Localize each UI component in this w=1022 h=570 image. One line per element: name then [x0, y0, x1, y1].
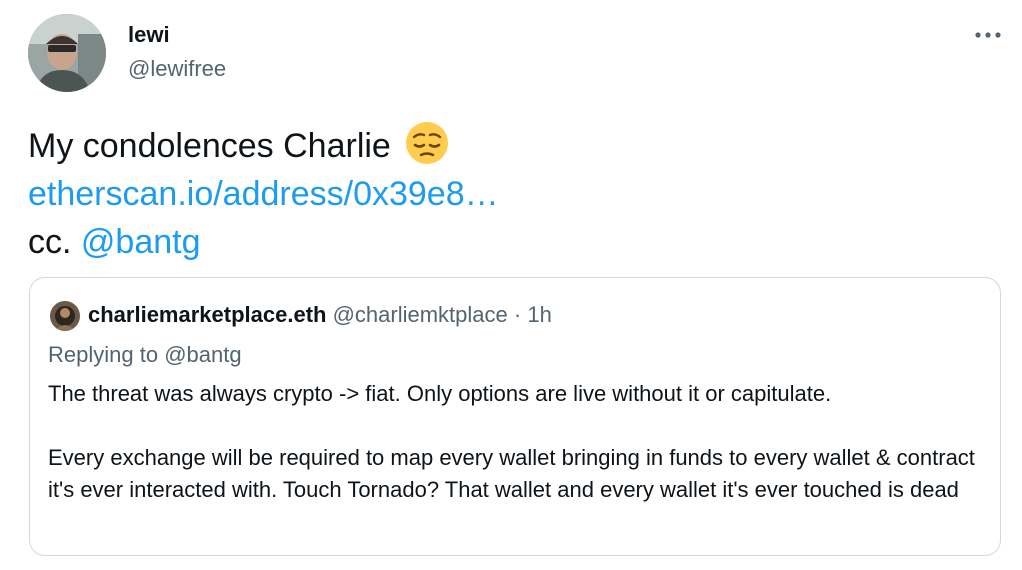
tweet-text: My condolences Charlie etherscan.io/addr… — [28, 120, 988, 266]
quoted-tweet-timestamp[interactable]: 1h — [527, 302, 551, 327]
more-horizontal-icon — [968, 22, 1008, 48]
replying-to-handle[interactable]: @bantg — [164, 342, 241, 367]
replying-to-line: Replying to @bantg — [48, 340, 242, 370]
quoted-tweet-header: charliemarketplace.eth @charliemktplace … — [88, 300, 552, 330]
quoted-tweet-card[interactable]: charliemarketplace.eth @charliemktplace … — [29, 277, 1001, 556]
tweet-text-line-1: My condolences Charlie — [28, 120, 988, 170]
pensive-face-emoji-icon — [404, 120, 450, 166]
header-separator: · — [513, 302, 522, 327]
cc-prefix: cc. — [28, 223, 72, 261]
author-display-name[interactable]: lewi — [128, 22, 170, 48]
more-options-button[interactable] — [968, 22, 1008, 48]
quoted-author-handle[interactable]: @charliemktplace — [333, 302, 508, 327]
tweet-text-line-3: cc. @bantg — [28, 218, 988, 266]
quoted-tweet-body: The threat was always crypto -> fiat. On… — [48, 378, 993, 506]
tweet-message: My condolences Charlie — [28, 127, 391, 165]
tweet-text-line-2: etherscan.io/address/0x39e8… — [28, 170, 988, 218]
mention-link[interactable]: @bantg — [81, 223, 201, 261]
author-handle[interactable]: @lewifree — [128, 56, 226, 82]
quoted-author-name[interactable]: charliemarketplace.eth — [88, 302, 326, 327]
tweet: lewi @lewifree My condolences Charlie et… — [0, 0, 1022, 570]
replying-to-prefix: Replying to — [48, 342, 159, 367]
quoted-tweet-paragraph-2: Every exchange will be required to map e… — [48, 445, 975, 502]
quoted-tweet-paragraph-1: The threat was always crypto -> fiat. On… — [48, 381, 832, 406]
etherscan-link[interactable]: etherscan.io/address/0x39e8… — [28, 175, 499, 213]
quoted-author-avatar[interactable] — [50, 301, 80, 331]
author-avatar[interactable] — [28, 14, 106, 92]
